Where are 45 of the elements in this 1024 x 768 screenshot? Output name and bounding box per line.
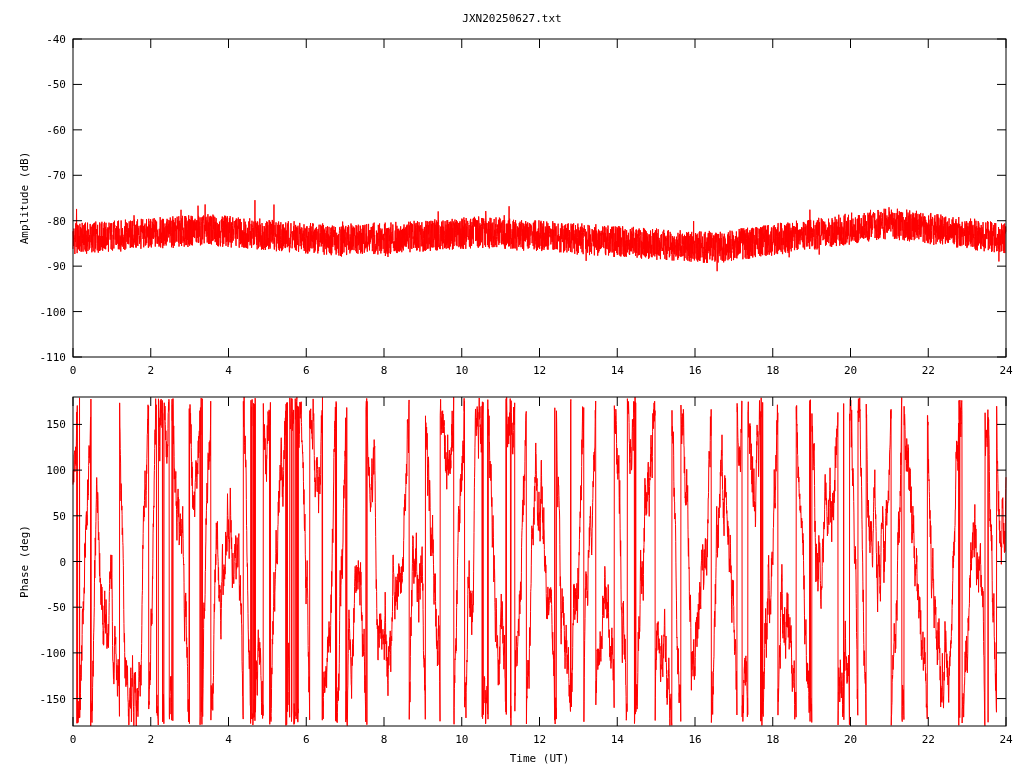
tick-label: -60 bbox=[46, 123, 66, 137]
tick-label: 8 bbox=[380, 733, 388, 746]
tick-label: 14 bbox=[610, 733, 624, 746]
tick-label: 18 bbox=[766, 733, 780, 746]
axis-label: Amplitude (dB) bbox=[18, 151, 31, 245]
tick-label: 10 bbox=[455, 364, 469, 377]
tick-label: 0 bbox=[59, 555, 66, 569]
tick-label: 50 bbox=[52, 509, 66, 523]
tick-label: 22 bbox=[921, 733, 935, 746]
tick-label: 14 bbox=[610, 364, 624, 377]
tick-label: 4 bbox=[225, 364, 232, 377]
tick-label: -50 bbox=[46, 601, 66, 615]
tick-label: 2 bbox=[147, 733, 155, 746]
tick-label: 18 bbox=[766, 364, 780, 377]
tick-label: 8 bbox=[380, 364, 388, 377]
tick-label: 16 bbox=[688, 364, 702, 377]
tick-label: -80 bbox=[46, 214, 66, 228]
axis-label: Time (UT) bbox=[509, 752, 570, 765]
tick-label: -150 bbox=[39, 692, 66, 706]
tick-label: -110 bbox=[39, 351, 66, 364]
tick-label: -100 bbox=[39, 646, 66, 660]
tick-label: 22 bbox=[921, 364, 935, 377]
axis-label: Phase (deg) bbox=[18, 525, 31, 598]
tick-label: 10 bbox=[455, 733, 469, 746]
tick-label: 6 bbox=[302, 733, 310, 746]
tick-label: 16 bbox=[688, 733, 702, 746]
chart-title: JXN20250627.txt bbox=[462, 12, 562, 25]
tick-label: -50 bbox=[46, 78, 66, 92]
tick-label: 0 bbox=[69, 733, 77, 746]
tick-label: 150 bbox=[46, 418, 66, 432]
tick-label: 24 bbox=[999, 364, 1013, 377]
tick-label: 2 bbox=[147, 364, 155, 377]
tick-label: 6 bbox=[302, 364, 310, 377]
tick-label: 4 bbox=[225, 733, 232, 746]
tick-label: 100 bbox=[46, 464, 66, 478]
tick-label: 0 bbox=[69, 364, 77, 377]
tick-label: -100 bbox=[39, 305, 66, 319]
tick-label: 20 bbox=[843, 733, 858, 746]
tick-label: 20 bbox=[843, 364, 858, 377]
tick-label: -70 bbox=[46, 169, 66, 183]
tick-label: 12 bbox=[532, 364, 547, 377]
tick-label: -40 bbox=[46, 33, 66, 46]
tick-label: 24 bbox=[999, 733, 1013, 746]
tick-label: 12 bbox=[532, 733, 547, 746]
tick-label: -90 bbox=[46, 260, 66, 274]
